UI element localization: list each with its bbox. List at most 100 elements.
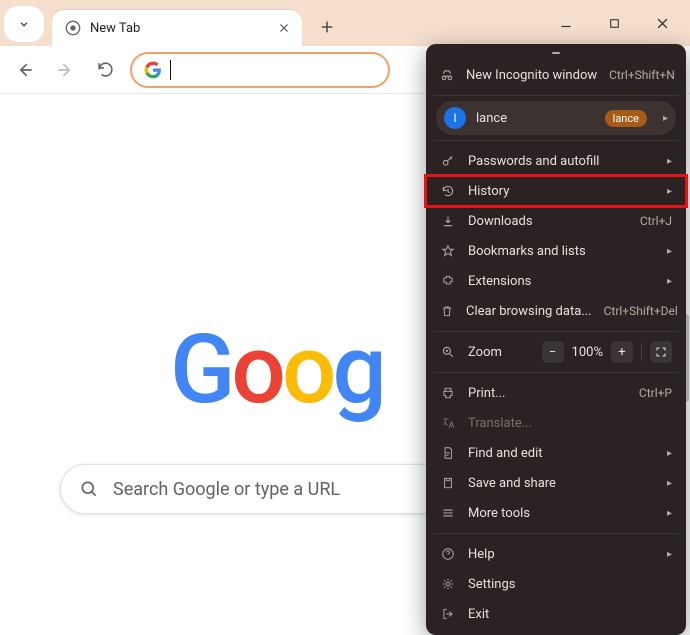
omnibox[interactable] [130,52,390,88]
menu-item-exit[interactable]: Exit [426,599,686,629]
plus-icon [319,19,335,35]
nav-reload-button[interactable] [90,55,120,85]
nav-back-button[interactable] [10,55,40,85]
menu-label: Translate... [468,416,672,431]
text-caret [170,60,171,80]
menu-label: New Incognito window [466,68,597,83]
menu-label: Bookmarks and lists [468,244,655,259]
omnibox-input[interactable] [179,62,376,78]
print-icon [440,385,456,401]
tab-search-button[interactable] [4,6,44,42]
google-logo: Goog [170,314,383,426]
chevron-right-icon: ▸ [667,156,672,167]
star-icon [440,243,456,259]
menu-accel: Ctrl+P [639,386,672,400]
menu-item-save-share[interactable]: Save and share ▸ [426,468,686,498]
menu-item-print[interactable]: Print... Ctrl+P [426,378,686,408]
tab-close-button[interactable] [276,20,292,36]
chevron-right-icon: ▸ [667,478,672,489]
menu-item-downloads[interactable]: Downloads Ctrl+J [426,206,686,236]
menu-label: Help [468,547,655,562]
minimize-icon [559,16,573,30]
menu-item-find[interactable]: Find and edit ▸ [426,438,686,468]
menu-item-bookmarks[interactable]: Bookmarks and lists ▸ [426,236,686,266]
menu-item-clear-browsing-data[interactable]: Clear browsing data... Ctrl+Shift+Del [426,296,686,326]
menu-item-settings[interactable]: Settings [426,569,686,599]
chevron-right-icon: ▸ [667,508,672,519]
fullscreen-icon [655,346,667,358]
menu-label: Extensions [468,274,655,289]
gear-icon [440,576,456,592]
nav-forward-button[interactable] [50,55,80,85]
arrow-left-icon [15,60,35,80]
browser-titlebar: New Tab [0,0,690,46]
key-icon [440,153,456,169]
menu-accel: Ctrl+Shift+Del [604,304,678,318]
chevron-down-icon [17,17,31,31]
menu-separator [434,372,678,373]
new-tab-button[interactable] [312,12,342,42]
menu-label: Exit [468,607,672,622]
google-g-icon [144,61,162,79]
incognito-icon [440,67,454,83]
avatar: I [444,107,466,129]
chevron-right-icon: ▸ [667,448,672,459]
history-icon [440,183,456,199]
chevron-right-icon: ▸ [667,549,672,560]
zoom-in-button[interactable]: + [611,341,633,363]
window-close-button[interactable] [650,11,674,35]
menu-item-translate[interactable]: Translate... [426,408,686,438]
chevron-right-icon: ▸ [667,186,672,197]
extension-icon [440,273,456,289]
menu-item-more-tools[interactable]: More tools ▸ [426,498,686,528]
menu-item-extensions[interactable]: Extensions ▸ [426,266,686,296]
zoom-out-button[interactable]: − [542,341,564,363]
document-search-icon [440,445,456,461]
chevron-right-icon: ▸ [667,246,672,257]
menu-accel: Ctrl+J [640,214,672,228]
menu-label: Zoom [468,345,530,360]
window-controls [554,0,684,46]
menu-label: More tools [468,506,655,521]
menu-item-zoom: Zoom − 100% + [426,337,686,367]
zoom-icon [440,344,456,360]
share-icon [440,475,456,491]
menu-item-new-incognito[interactable]: New Incognito window Ctrl+Shift+N [426,60,686,90]
menu-item-passwords[interactable]: Passwords and autofill ▸ [426,146,686,176]
menu-item-help[interactable]: Help ▸ [426,539,686,569]
browser-tab[interactable]: New Tab [52,10,302,46]
chrome-main-menu: New Incognito window Ctrl+Shift+N I lanc… [426,44,686,635]
menu-item-profile[interactable]: I lance lance ▸ [436,101,676,135]
menu-separator [434,331,678,332]
profile-name: lance [476,111,595,126]
menu-item-history[interactable]: History ▸ [426,176,686,206]
menu-label: Passwords and autofill [468,154,655,169]
menu-accel: Ctrl+Shift+N [609,68,675,82]
window-minimize-button[interactable] [554,11,578,35]
menu-separator [434,533,678,534]
zoom-value: 100% [572,345,603,360]
ntp-search-placeholder: Search Google or type a URL [113,479,340,500]
menu-separator [434,95,678,96]
fullscreen-button[interactable] [650,341,672,363]
translate-icon [440,415,456,431]
tools-icon [440,505,456,521]
menu-label: Clear browsing data... [466,304,592,319]
menu-separator [434,140,678,141]
close-icon [278,22,290,34]
arrow-right-icon [55,60,75,80]
menu-label: Settings [468,577,672,592]
exit-icon [440,606,456,622]
menu-label: History [468,184,655,199]
help-icon [440,546,456,562]
download-icon [440,213,456,229]
reload-icon [96,60,115,79]
chrome-favicon-icon [64,19,82,37]
window-maximize-button[interactable] [602,11,626,35]
menu-label: Downloads [468,214,628,229]
tab-title: New Tab [90,21,276,36]
search-icon [79,479,99,499]
menu-label: Find and edit [468,446,655,461]
trash-icon [440,303,454,319]
maximize-icon [608,17,621,30]
